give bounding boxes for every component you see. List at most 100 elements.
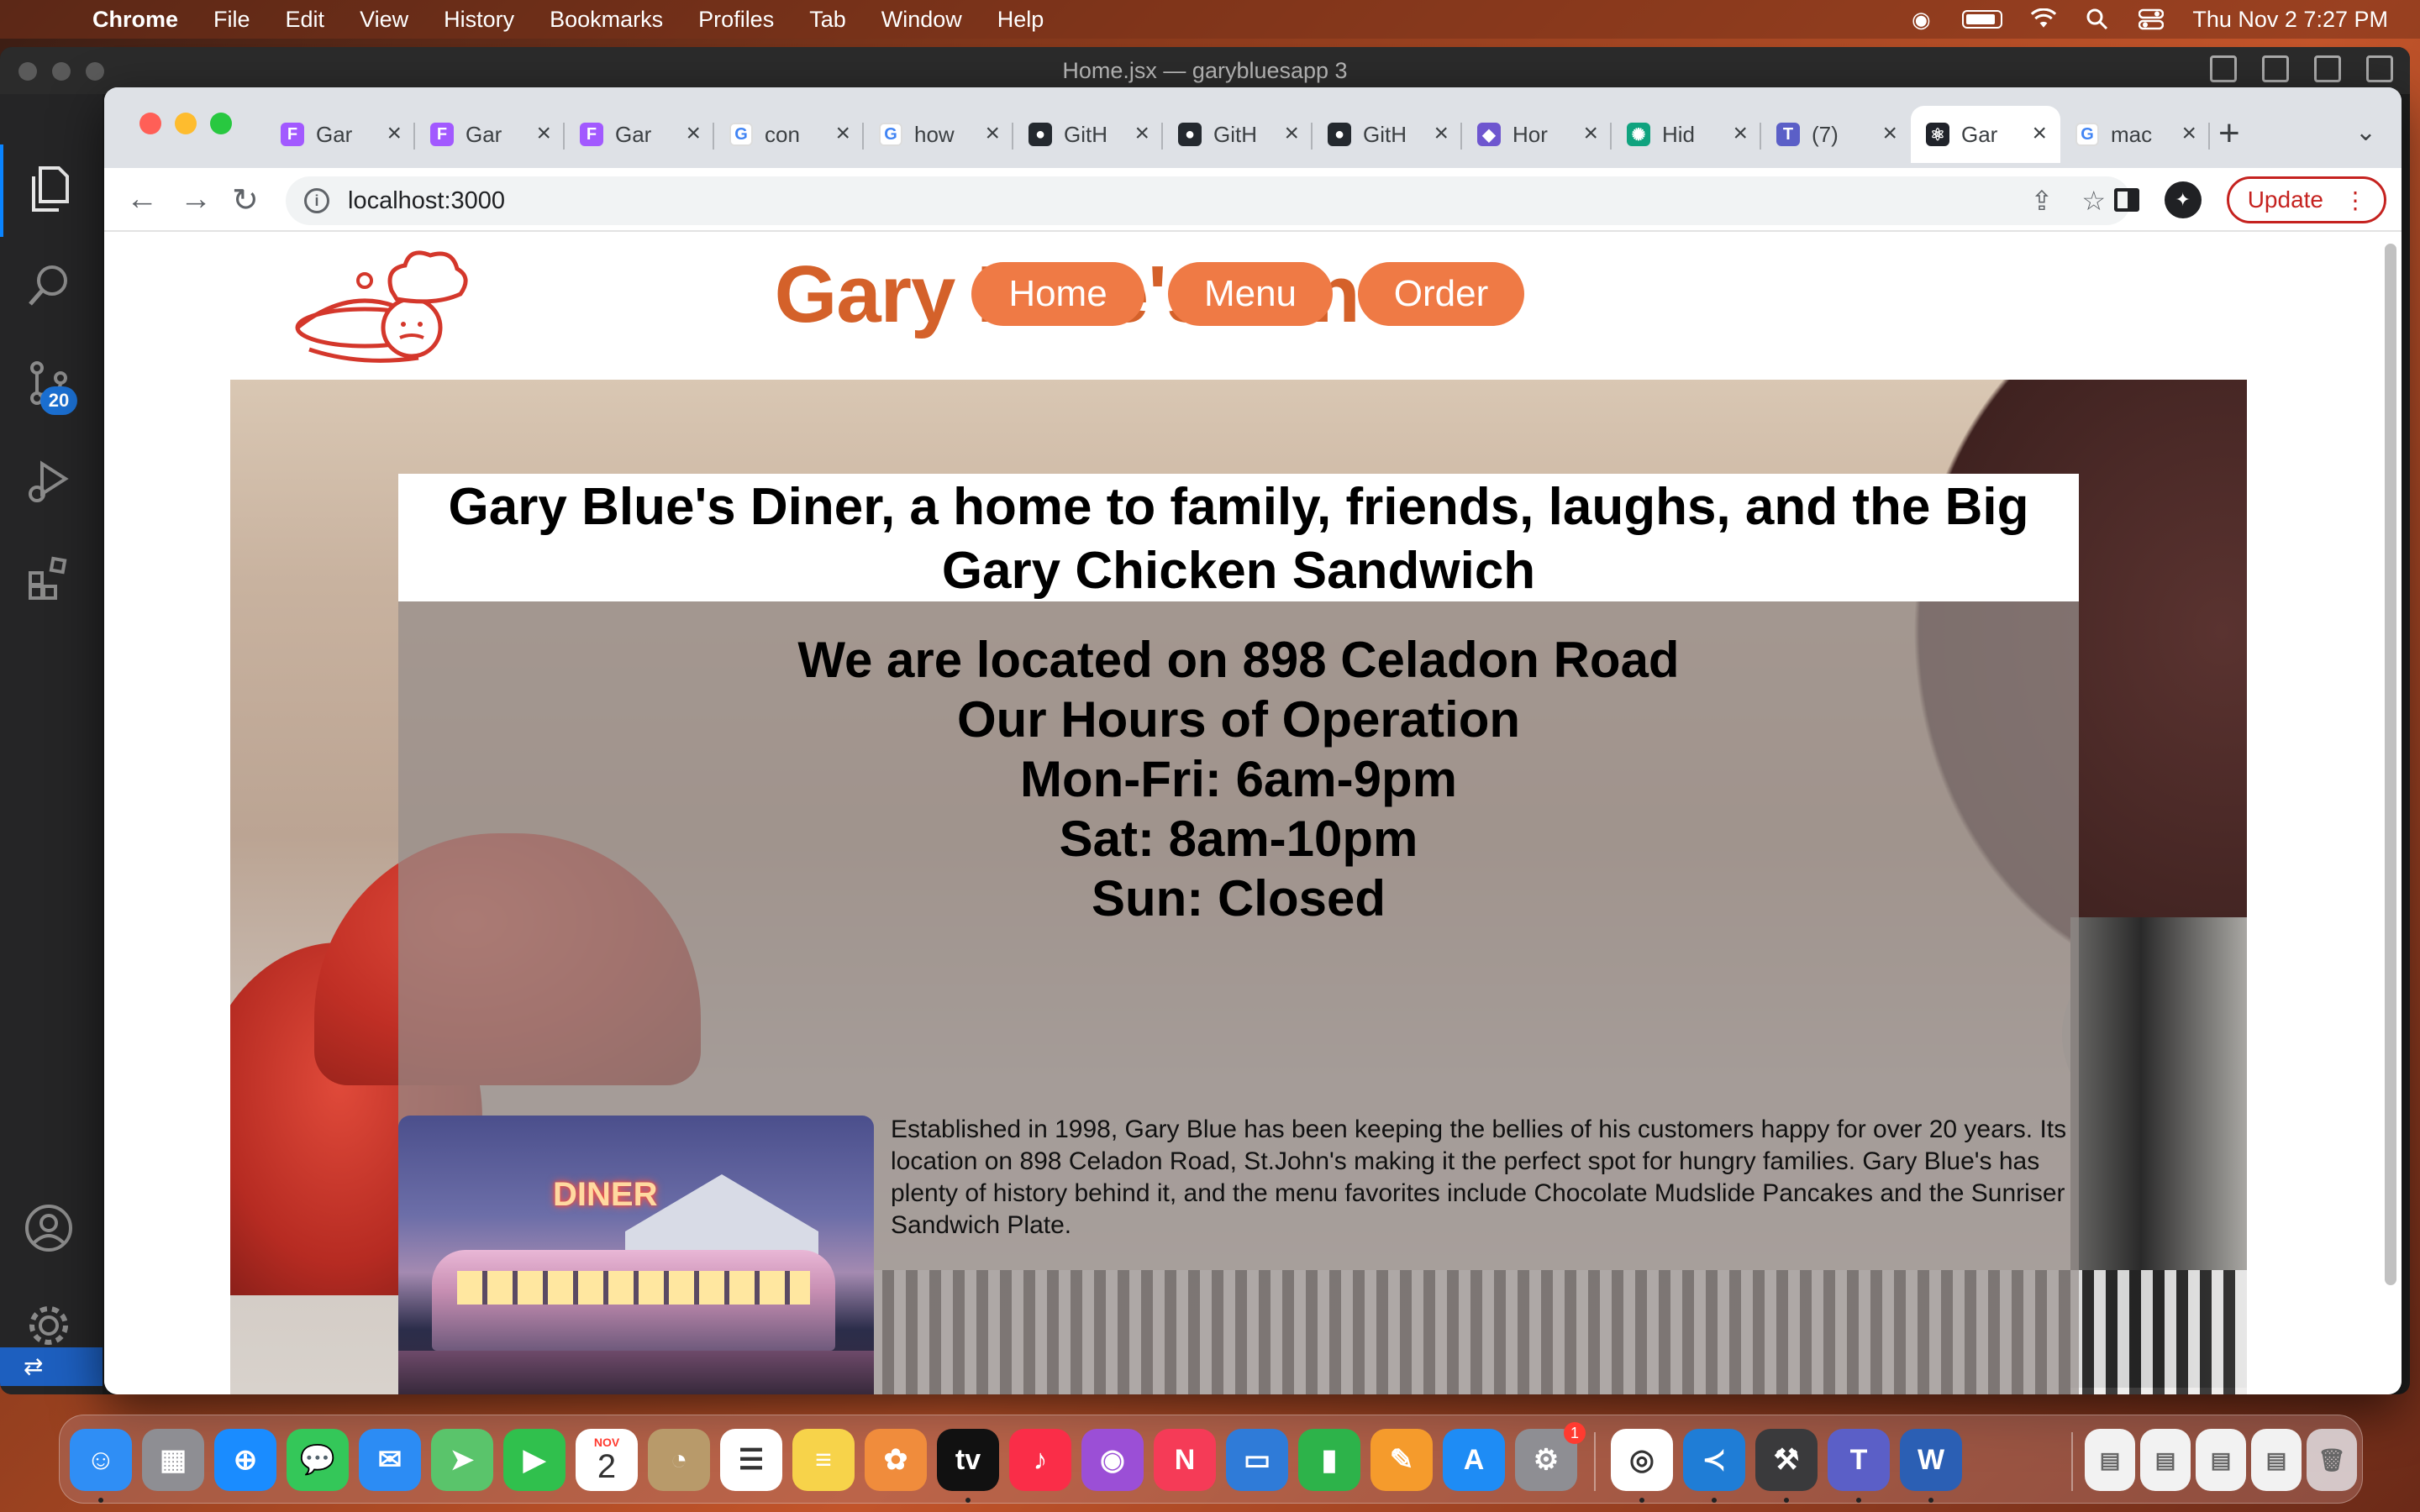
tab-close-icon[interactable]: × (686, 119, 701, 148)
nav-menu-button[interactable]: Menu (1168, 262, 1333, 326)
chrome-close-button[interactable] (139, 113, 161, 134)
browser-tab[interactable]: F Gar × (415, 106, 565, 163)
menu-window[interactable]: Window (881, 7, 962, 33)
browser-tab[interactable]: ● GitH × (1013, 106, 1163, 163)
tab-close-icon[interactable]: × (1583, 119, 1598, 148)
menu-help[interactable]: Help (997, 7, 1044, 33)
browser-tab[interactable]: ⚛ Gar × (1911, 106, 2060, 163)
menu-bookmarks[interactable]: Bookmarks (550, 7, 663, 33)
vscode-icon[interactable]: ≺ (1683, 1429, 1745, 1491)
xcode-icon[interactable]: ⚒ (1755, 1429, 1818, 1491)
run-and-debug-icon[interactable] (24, 457, 74, 507)
appstore-icon[interactable]: A (1443, 1429, 1505, 1491)
chrome-icon[interactable]: ◎ (1611, 1429, 1673, 1491)
accounts-icon[interactable] (24, 1203, 74, 1253)
nav-home-button[interactable]: Home (971, 262, 1144, 326)
bookmark-star-icon[interactable]: ☆ (2081, 185, 2106, 217)
site-info-icon[interactable]: i (304, 188, 329, 213)
screen-recording-icon[interactable]: ◉ (1908, 7, 1933, 32)
back-button[interactable]: ← (126, 181, 158, 218)
toggle-panel-icon[interactable] (2262, 55, 2289, 82)
page-scrollbar[interactable] (2385, 244, 2396, 1285)
minimized-window-icon[interactable]: ▤ (2085, 1429, 2135, 1491)
battery-icon[interactable] (1962, 10, 2003, 29)
tab-close-icon[interactable]: × (536, 119, 551, 148)
music-icon[interactable]: ♪ (1009, 1429, 1071, 1491)
reminders-icon[interactable]: ☰ (720, 1429, 782, 1491)
menu-history[interactable]: History (444, 7, 514, 33)
extension-icon[interactable]: ✦ (2164, 181, 2202, 218)
menu-app-name[interactable]: Chrome (92, 7, 178, 33)
safari-icon[interactable]: ⊕ (214, 1429, 276, 1491)
remote-indicator-icon[interactable]: ⇄ (0, 1347, 103, 1386)
toggle-primary-sidebar-icon[interactable] (2210, 55, 2237, 82)
url-text[interactable]: localhost:3000 (348, 187, 505, 215)
side-panel-icon[interactable] (2113, 188, 2139, 212)
browser-tab[interactable]: F Gar × (266, 106, 415, 163)
numbers-icon[interactable]: ▮ (1298, 1429, 1360, 1491)
calendar-icon[interactable]: NOV 2 (576, 1429, 638, 1491)
minimized-window-icon[interactable]: ▤ (2251, 1429, 2302, 1491)
browser-tab[interactable]: ● GitH × (1163, 106, 1313, 163)
pages-icon[interactable]: ✎ (1370, 1429, 1433, 1491)
menu-tab[interactable]: Tab (809, 7, 846, 33)
browser-tab[interactable]: ✺ Hid × (1612, 106, 1761, 163)
browser-tab[interactable]: T (7) × (1761, 106, 1911, 163)
reload-button[interactable]: ↻ (232, 181, 259, 219)
tab-close-icon[interactable]: × (1882, 119, 1897, 148)
minimized-window-icon[interactable]: ▤ (2140, 1429, 2191, 1491)
trash-icon[interactable]: 🗑 (2307, 1429, 2357, 1491)
search-icon[interactable] (24, 262, 74, 312)
messages-icon[interactable]: 💬 (287, 1429, 349, 1491)
customize-layout-icon[interactable] (2366, 55, 2393, 82)
browser-tab[interactable]: Ghow × (864, 106, 1013, 163)
tab-close-icon[interactable]: × (387, 119, 402, 148)
menu-file[interactable]: File (213, 7, 250, 33)
wifi-icon[interactable] (2031, 8, 2057, 29)
vscode-close-button[interactable] (18, 62, 37, 81)
spotlight-search-icon[interactable] (2085, 8, 2110, 30)
notes-icon[interactable]: ≡ (792, 1429, 855, 1491)
minimized-window-icon[interactable]: ▤ (2196, 1429, 2246, 1491)
new-tab-button[interactable]: + (2218, 113, 2240, 155)
tab-close-icon[interactable]: × (1434, 119, 1449, 148)
word-icon[interactable]: W (1900, 1429, 1962, 1491)
chrome-zoom-button[interactable] (210, 113, 232, 134)
nav-order-button[interactable]: Order (1358, 262, 1524, 326)
tab-close-icon[interactable]: × (835, 119, 850, 148)
facetime-icon[interactable]: ▶ (503, 1429, 566, 1491)
contacts-icon[interactable]: ◔ (648, 1429, 710, 1491)
tab-close-icon[interactable]: × (1134, 119, 1150, 148)
tab-close-icon[interactable]: × (2181, 119, 2196, 148)
tab-close-icon[interactable]: × (1733, 119, 1748, 148)
chrome-minimize-button[interactable] (175, 113, 197, 134)
tab-close-icon[interactable]: × (985, 119, 1000, 148)
vscode-zoom-button[interactable] (86, 62, 104, 81)
maps-icon[interactable]: ➤ (431, 1429, 493, 1491)
share-icon[interactable]: ⇪ (2031, 185, 2054, 217)
podcasts-icon[interactable]: ◉ (1081, 1429, 1144, 1491)
finder-icon[interactable]: ☺ (70, 1429, 132, 1491)
news-icon[interactable]: N (1154, 1429, 1216, 1491)
tab-close-icon[interactable]: × (2032, 119, 2047, 148)
tab-search-chevron-icon[interactable]: ⌄ (2355, 118, 2376, 147)
tv-icon[interactable]: tv (937, 1429, 999, 1491)
manage-gear-icon[interactable] (24, 1300, 74, 1351)
vscode-minimize-button[interactable] (52, 62, 71, 81)
browser-tab[interactable]: Gcon × (714, 106, 864, 163)
menu-profiles[interactable]: Profiles (698, 7, 774, 33)
mail-icon[interactable]: ✉ (359, 1429, 421, 1491)
browser-tab[interactable]: ● GitH × (1313, 106, 1462, 163)
extensions-icon[interactable] (24, 554, 74, 605)
menu-view[interactable]: View (360, 7, 408, 33)
address-bar[interactable]: i localhost:3000 ⇪ ☆ (286, 176, 2131, 225)
launchpad-icon[interactable]: ▦ (142, 1429, 204, 1491)
browser-tab[interactable]: F Gar × (565, 106, 714, 163)
menubar-clock[interactable]: Thu Nov 2 7:27 PM (2192, 7, 2388, 33)
browser-tab[interactable]: ◆ Hor × (1462, 106, 1612, 163)
forward-button[interactable]: → (180, 181, 212, 218)
browser-tab[interactable]: Gmac × (2060, 106, 2210, 163)
photos-icon[interactable]: ✿ (865, 1429, 927, 1491)
keynote-icon[interactable]: ▭ (1226, 1429, 1288, 1491)
control-center-icon[interactable] (2139, 8, 2165, 30)
